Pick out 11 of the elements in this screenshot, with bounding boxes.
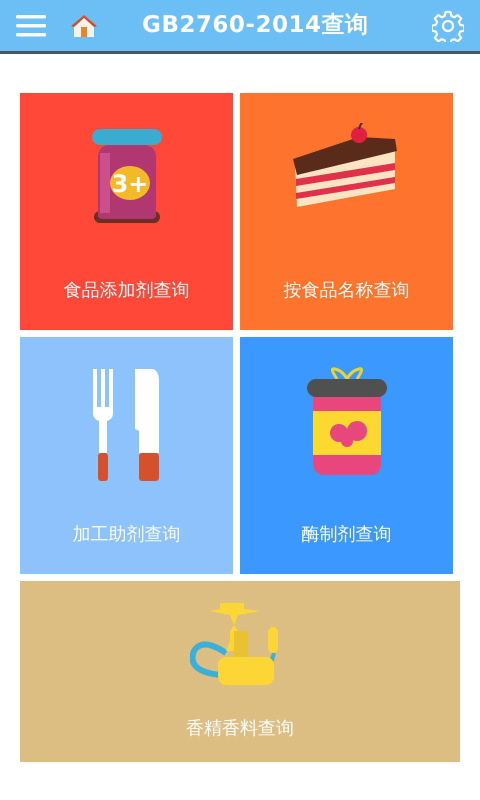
jar-icon [92, 129, 162, 223]
home-icon[interactable] [70, 14, 98, 38]
settings-icon[interactable] [432, 10, 464, 42]
category-tile[interactable]: 加工助剂查询 [20, 337, 233, 574]
category-tile[interactable]: 3+ 食品添加剂查询 [20, 93, 233, 330]
category-tile[interactable]: 香精香料查询 [20, 581, 460, 762]
jar-label-text: 3+ [111, 170, 148, 198]
menu-icon[interactable] [16, 14, 46, 38]
category-tile[interactable]: 按食品名称查询 [240, 93, 453, 330]
category-tile[interactable]: 酶制剂查询 [240, 337, 453, 574]
app-title: GB2760-2014查询 [142, 11, 368, 40]
